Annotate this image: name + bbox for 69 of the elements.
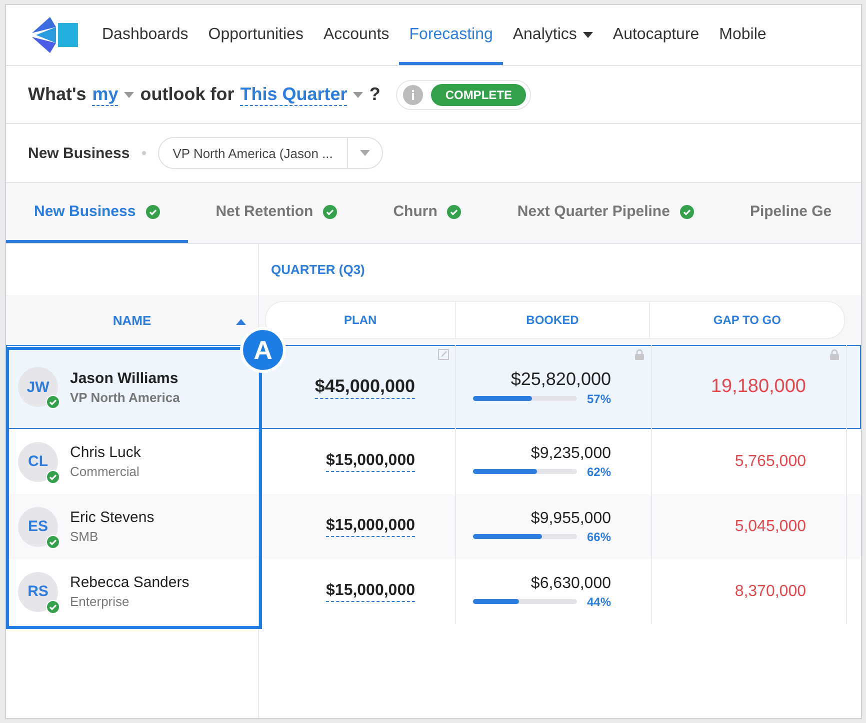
- person-name: Eric Stevens: [70, 509, 154, 526]
- booked-value: $25,820,000: [510, 368, 611, 390]
- period-dropdown[interactable]: This Quarter: [240, 84, 364, 106]
- person-role: Enterprise: [70, 594, 130, 609]
- plan-value[interactable]: $45,000,000: [314, 376, 415, 398]
- team-select[interactable]: VP North America (Jason ...: [158, 137, 383, 169]
- category-tab[interactable]: Net Retention: [188, 183, 366, 243]
- booked-value: $6,630,000: [530, 574, 611, 592]
- booked-value: $9,955,000: [530, 510, 611, 528]
- avatar: ES: [18, 506, 58, 546]
- person-role: Commercial: [70, 464, 140, 479]
- check-icon: [447, 204, 462, 218]
- status-badge: COMPLETE: [431, 84, 526, 106]
- person-role: VP North America: [70, 390, 180, 404]
- gap-value: 8,370,000: [734, 582, 806, 600]
- logo-icon: [30, 15, 80, 55]
- percent-text: 57%: [586, 392, 611, 406]
- check-icon: [46, 470, 60, 484]
- category-tab[interactable]: Pipeline Ge: [722, 183, 860, 243]
- nav-tab[interactable]: Dashboards: [92, 5, 198, 65]
- column-header[interactable]: BOOKED: [456, 302, 650, 338]
- avatar: RS: [18, 572, 58, 612]
- nav-tab[interactable]: Mobile: [709, 5, 776, 65]
- caret-icon: [353, 92, 364, 98]
- person-name: Chris Luck: [70, 444, 141, 461]
- check-icon: [46, 534, 60, 548]
- nav-tab[interactable]: Opportunities: [198, 5, 314, 65]
- check-icon: [46, 395, 60, 409]
- sort-icon[interactable]: [236, 319, 246, 325]
- person-name: Jason Williams: [70, 370, 180, 386]
- booked-value: $9,235,000: [530, 444, 611, 462]
- lock-icon: [634, 349, 645, 360]
- question-text: What's: [28, 84, 86, 105]
- table-row[interactable]: ES Eric Stevens SMB $15,000,000 $9,955,000 66% 5,045,000: [6, 494, 861, 559]
- nav-tab[interactable]: Accounts: [313, 5, 400, 65]
- caret-icon: [360, 150, 370, 156]
- gap-value: 5,045,000: [734, 518, 806, 536]
- owner-dropdown[interactable]: my: [92, 84, 134, 106]
- plan-value[interactable]: $15,000,000: [326, 582, 415, 602]
- filter-label: New Business: [28, 144, 130, 162]
- question-text: outlook for: [140, 84, 234, 105]
- caret-icon: [124, 92, 134, 98]
- plan-value[interactable]: $15,000,000: [326, 452, 415, 472]
- check-icon: [46, 600, 60, 614]
- info-icon: [403, 84, 424, 104]
- percent-text: 62%: [586, 464, 611, 478]
- plan-value[interactable]: $15,000,000: [326, 516, 415, 536]
- nav-tab[interactable]: Analytics: [502, 5, 603, 65]
- category-tab[interactable]: New Business: [6, 183, 188, 243]
- nav-tab[interactable]: Forecasting: [399, 5, 503, 65]
- check-icon: [680, 204, 694, 218]
- category-tab[interactable]: Churn: [365, 183, 490, 243]
- gap-value: 5,765,000: [734, 452, 806, 470]
- category-tab[interactable]: Next Quarter Pipeline: [489, 183, 722, 243]
- gap-value: 19,180,000: [710, 376, 806, 398]
- person-name: Rebecca Sanders: [70, 574, 190, 591]
- lock-icon: [829, 349, 840, 360]
- caret-icon: [582, 32, 593, 38]
- nav-tab[interactable]: Autocapture: [602, 5, 710, 65]
- avatar: JW: [18, 367, 58, 407]
- percent-text: 66%: [586, 530, 611, 544]
- percent-text: 44%: [586, 594, 611, 608]
- check-icon: [146, 204, 160, 218]
- check-icon: [323, 204, 338, 218]
- question-text: ?: [369, 84, 380, 105]
- group-header: QUARTER (Q3): [270, 261, 366, 279]
- person-role: SMB: [70, 529, 100, 544]
- avatar: CL: [18, 442, 58, 482]
- column-header[interactable]: GAP TO GO: [650, 302, 844, 338]
